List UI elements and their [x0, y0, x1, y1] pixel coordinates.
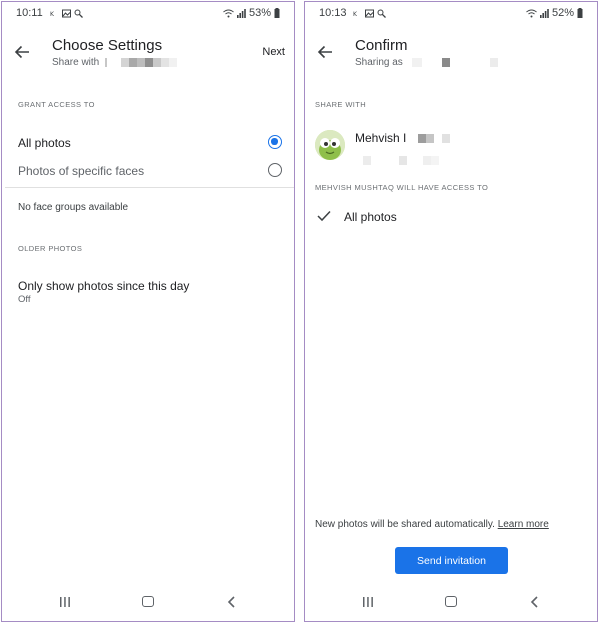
contact-name: Mehvish I — [355, 131, 450, 145]
specific-faces-radio[interactable] — [268, 163, 282, 177]
page-subtitle: Sharing as — [355, 57, 498, 68]
recents-icon[interactable] — [59, 597, 71, 607]
status-time: 10:13 — [319, 7, 347, 19]
status-right: 53% — [223, 7, 280, 19]
status-right: 52% — [526, 7, 583, 19]
notification-icons: K — [50, 9, 83, 18]
older-photos-label: OLDER PHOTOS — [18, 244, 83, 253]
no-face-groups-note: No face groups available — [18, 202, 129, 213]
divider — [5, 187, 294, 188]
redacted-account — [411, 57, 498, 68]
nav-back-icon[interactable] — [226, 596, 236, 608]
back-arrow-icon[interactable] — [315, 42, 335, 62]
only-show-since-title: Only show photos since this day — [18, 279, 190, 293]
all-photos-radio[interactable] — [268, 135, 282, 149]
access-item: All photos — [344, 210, 397, 224]
nav-back-icon[interactable] — [529, 596, 539, 608]
data-speed-icon: K — [50, 11, 55, 18]
status-bar: 10:13 K 52% — [305, 7, 597, 23]
send-invitation-button[interactable]: Send invitation — [395, 547, 508, 574]
screen-confirm: 10:13 K 52% Confirm Sharing as SHARE WIT… — [304, 1, 598, 622]
next-button[interactable]: Next — [262, 46, 285, 58]
footer-note: New photos will be shared automatically.… — [315, 519, 549, 530]
battery-percent: 52% — [551, 7, 574, 19]
svg-text:K: K — [50, 11, 55, 18]
system-nav-bar — [2, 593, 294, 613]
check-icon — [317, 210, 331, 222]
gallery-icon — [365, 9, 374, 18]
search-tool-icon — [74, 9, 83, 18]
status-time: 10:11 — [16, 7, 43, 19]
signal-icon — [539, 8, 549, 18]
signal-icon — [236, 8, 246, 18]
subtitle-text: Sharing as — [355, 57, 403, 68]
search-tool-icon — [377, 9, 386, 18]
share-with-label: SHARE WITH — [315, 100, 367, 109]
page-subtitle: Share with — [52, 57, 178, 68]
back-arrow-icon[interactable] — [12, 42, 32, 62]
contact-avatar-image — [315, 130, 345, 160]
app-bar: Confirm Sharing as — [305, 36, 597, 76]
status-bar: 10:11 K 53% — [2, 7, 294, 23]
gallery-icon — [62, 9, 71, 18]
app-bar: Choose Settings Share with Next — [2, 36, 294, 76]
grant-access-label: GRANT ACCESS TO — [18, 100, 95, 109]
learn-more-link[interactable]: Learn more — [498, 519, 549, 530]
page-title: Choose Settings — [52, 37, 163, 54]
redacted-email — [363, 152, 439, 170]
redacted-recipient — [105, 57, 178, 68]
subtitle-text: Share with — [52, 57, 100, 68]
screen-choose-settings: 10:11 K 53% Choose Settings Share with N… — [1, 1, 295, 622]
notification-icons: K — [353, 9, 386, 18]
battery-icon — [577, 8, 583, 18]
avatar — [315, 130, 345, 160]
recents-icon[interactable] — [362, 597, 374, 607]
battery-percent: 53% — [248, 7, 271, 19]
wifi-icon — [526, 9, 537, 17]
footer-text: New photos will be shared automatically. — [315, 519, 495, 530]
svg-text:K: K — [353, 11, 358, 18]
only-show-since-value: Off — [18, 294, 31, 305]
page-title: Confirm — [355, 37, 408, 54]
home-icon[interactable] — [445, 596, 457, 607]
option-specific-faces-label: Photos of specific faces — [18, 164, 145, 178]
home-icon[interactable] — [142, 596, 154, 607]
wifi-icon — [223, 9, 234, 17]
data-speed-icon: K — [353, 11, 358, 18]
redacted-name — [409, 131, 450, 145]
system-nav-bar — [305, 593, 597, 613]
contact-name-text: Mehvish I — [355, 131, 407, 145]
battery-icon — [274, 8, 280, 18]
access-label: MEHVISH MUSHTAQ WILL HAVE ACCESS TO — [315, 183, 489, 192]
option-all-photos-label: All photos — [18, 136, 71, 150]
